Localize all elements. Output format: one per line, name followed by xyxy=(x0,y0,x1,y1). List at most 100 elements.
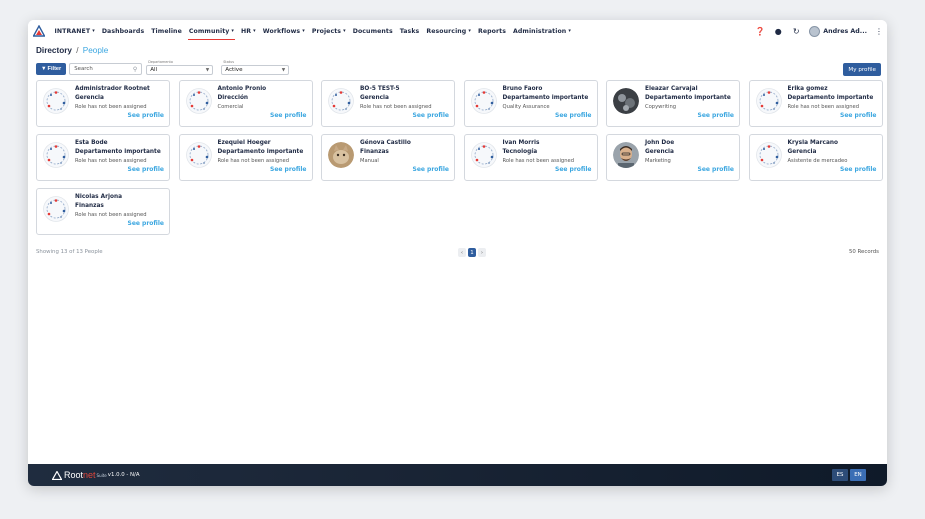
nav-item-dashboards[interactable]: Dashboards xyxy=(98,20,147,42)
filter-button[interactable]: ▼ Filter xyxy=(36,63,67,75)
nav-right-tools: ❓ ● ↻ Andres Ad... ⋮ xyxy=(755,20,883,42)
see-profile-link[interactable]: See profile xyxy=(128,112,165,119)
see-profile-link[interactable]: See profile xyxy=(698,112,735,119)
my-profile-button[interactable]: My profile xyxy=(843,63,881,76)
department-select[interactable]: Departamento All ▼ xyxy=(146,60,214,75)
person-card[interactable]: Bruno Faoro Departamento importante Qualit… xyxy=(463,80,598,127)
person-department: Departamento importante xyxy=(75,149,161,155)
department-select-box[interactable]: All ▼ xyxy=(146,65,214,75)
nav-item-administration[interactable]: Administration ▾ xyxy=(510,20,575,42)
user-menu[interactable]: Andres Ad... xyxy=(809,25,867,37)
person-role: Quality Assurance xyxy=(502,104,550,110)
avatar[interactable] xyxy=(755,142,782,168)
brand-suite: Suite xyxy=(96,472,107,478)
status-select-box[interactable]: Active ▼ xyxy=(221,65,290,75)
avatar[interactable] xyxy=(43,142,69,168)
nav-item-label: Resourcing xyxy=(426,27,467,35)
person-card[interactable]: John Doe Gerencia Marketing See profile xyxy=(606,134,740,181)
nav-item-label: Timeline xyxy=(151,27,182,35)
person-card[interactable]: Nicolas Arjona Finanzas Role has not been … xyxy=(36,188,170,235)
person-department: Finanzas xyxy=(75,203,104,209)
person-card[interactable]: Ivan Morris Tecnología Role has not been a… xyxy=(463,134,598,181)
person-card[interactable]: Génova Castillo Finanzas Manual See profile xyxy=(321,134,455,181)
nav-item-tasks[interactable]: Tasks xyxy=(396,20,423,42)
filter-button-label: Filter xyxy=(47,66,62,72)
avatar[interactable] xyxy=(328,142,354,168)
chevron-down-icon: ▾ xyxy=(343,28,346,34)
see-profile-link[interactable]: See profile xyxy=(698,166,735,173)
see-profile-link[interactable]: See profile xyxy=(413,112,450,119)
nav-item-documents[interactable]: Documents xyxy=(349,20,396,42)
person-role: Role has not been assigned xyxy=(502,158,575,164)
nav-item-workflows[interactable]: Workflows ▾ xyxy=(259,20,308,42)
person-card[interactable]: Erika gomez Departamento importante Role h… xyxy=(748,80,883,127)
brand-net: net xyxy=(83,470,96,480)
person-card[interactable]: Esta Bode Departamento importante Role has… xyxy=(36,134,170,181)
avatar[interactable] xyxy=(43,88,69,114)
person-card[interactable]: Eleazar Carvajal Departamento importante C… xyxy=(606,80,740,127)
nav-item-resourcing[interactable]: Resourcing ▾ xyxy=(423,20,475,42)
nav-item-projects[interactable]: Projects ▾ xyxy=(308,20,349,42)
person-role: Marketing xyxy=(645,158,671,164)
person-role: Comercial xyxy=(217,104,244,110)
person-department: Gerencia xyxy=(360,95,389,101)
avatar[interactable] xyxy=(755,88,782,114)
person-name: Génova Castillo xyxy=(360,140,411,146)
person-card[interactable]: Krysla Marcano Gerencia Asistente de merca… xyxy=(748,134,883,181)
see-profile-link[interactable]: See profile xyxy=(270,112,307,119)
language-es-button[interactable]: ES xyxy=(832,469,848,481)
person-name: Nicolas Arjona xyxy=(75,194,122,200)
see-profile-link[interactable]: See profile xyxy=(128,166,165,173)
app-window: INTRANET ▾ Dashboards Timeline Community ▾ HR ▾… xyxy=(28,20,887,486)
kebab-menu-icon[interactable]: ⋮ xyxy=(875,27,883,36)
person-card[interactable]: Administrador Rootnet Gerencia Role has no… xyxy=(36,80,170,127)
nav-item-intranet[interactable]: INTRANET ▾ xyxy=(51,20,98,42)
see-profile-link[interactable]: See profile xyxy=(128,220,165,227)
avatar[interactable] xyxy=(43,196,69,222)
nav-item-label: Administration xyxy=(513,27,567,35)
person-card[interactable]: Antonio Pronio Dirección Comercial See prof… xyxy=(178,80,313,127)
nav-item-label: INTRANET xyxy=(54,27,91,35)
search-icon: ⚲ xyxy=(132,65,138,73)
nav-item-timeline[interactable]: Timeline xyxy=(148,20,186,42)
person-name: Bruno Faoro xyxy=(502,86,543,92)
brand-logo: Root net Suite v1.0.0 - N/A xyxy=(52,470,140,480)
page-current-button[interactable]: 1 xyxy=(468,248,476,257)
see-profile-link[interactable]: See profile xyxy=(840,166,877,173)
avatar[interactable] xyxy=(613,88,639,114)
see-profile-link[interactable]: See profile xyxy=(555,166,592,173)
nav-item-reports[interactable]: Reports xyxy=(474,20,509,42)
avatar[interactable] xyxy=(613,142,639,168)
avatar[interactable] xyxy=(470,88,497,114)
language-en-button[interactable]: EN xyxy=(850,469,866,481)
help-icon[interactable]: ❓ xyxy=(755,27,765,36)
app-logo-icon[interactable] xyxy=(33,25,45,37)
status-select[interactable]: Status Active ▼ xyxy=(221,60,290,75)
nav-item-hr[interactable]: HR ▾ xyxy=(238,20,260,42)
person-card[interactable]: BO-5 TEST-5 Gerencia Role has not been ass… xyxy=(321,80,455,127)
person-card[interactable]: Ezequiel Hoeger Departamento importante Ro… xyxy=(178,134,313,181)
person-department: Dirección xyxy=(217,95,249,101)
status-value: Active xyxy=(225,67,243,73)
app-version: v1.0.0 - N/A xyxy=(107,472,140,478)
page-prev-button[interactable]: ‹ xyxy=(458,248,466,257)
page-next-button[interactable]: › xyxy=(478,248,486,257)
person-name: Krysla Marcano xyxy=(787,140,839,146)
avatar[interactable] xyxy=(328,88,354,114)
person-role: Role has not been assigned xyxy=(360,104,432,110)
nav-item-community[interactable]: Community ▾ xyxy=(185,20,237,42)
records-per-page[interactable]: 50 Records xyxy=(849,249,879,255)
see-profile-link[interactable]: See profile xyxy=(413,166,450,173)
avatar[interactable] xyxy=(470,142,497,168)
refresh-icon[interactable]: ↻ xyxy=(791,27,801,36)
see-profile-link[interactable]: See profile xyxy=(840,112,877,119)
chevron-down-icon: ▾ xyxy=(231,28,235,34)
see-profile-link[interactable]: See profile xyxy=(555,112,592,119)
bell-icon[interactable]: ● xyxy=(773,27,783,36)
breadcrumb-directory[interactable]: Directory xyxy=(36,46,72,55)
avatar[interactable] xyxy=(185,142,212,168)
search-input[interactable]: Search ⚲ xyxy=(69,63,143,75)
see-profile-link[interactable]: See profile xyxy=(270,166,307,173)
avatar[interactable] xyxy=(185,88,212,114)
nav-item-label: Projects xyxy=(311,27,342,35)
